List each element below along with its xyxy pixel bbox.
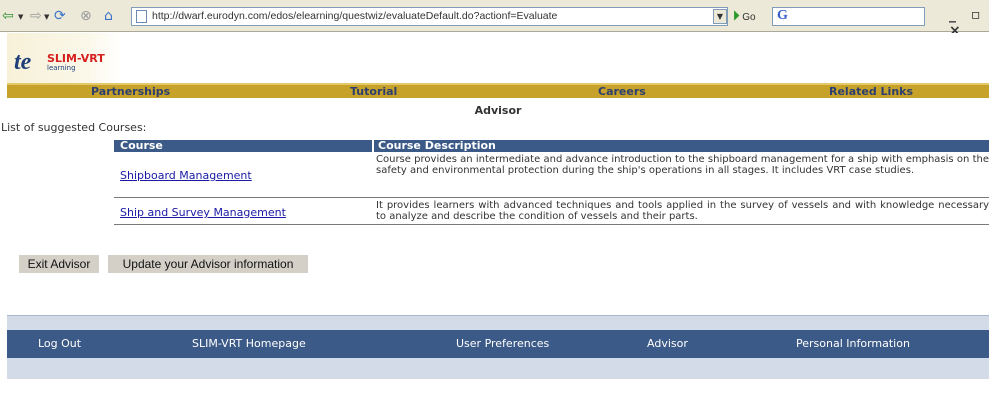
refresh-icon[interactable]: ⟳ [54, 8, 66, 24]
footer-homepage[interactable]: SLIM-VRT Homepage [192, 330, 306, 358]
browser-toolbar: ⇦ ▼ ⇨ ▼ ⟳ ⊗ ⌂ http://dwarf.eurodyn.com/e… [0, 0, 989, 39]
logo-subtitle: learning [47, 64, 76, 72]
go-icon: ⏵ [733, 8, 740, 23]
menu-partnerships[interactable]: Partnerships [91, 85, 170, 98]
update-advisor-button[interactable]: Update your Advisor information [108, 255, 308, 273]
go-button[interactable]: ⏵ Go [733, 8, 756, 26]
course-link-ship-and-survey-management[interactable]: Ship and Survey Management [120, 206, 286, 219]
google-search-box[interactable]: G [772, 7, 925, 26]
logo-mark-icon: te [14, 49, 32, 75]
table-header: Course Course Description [114, 140, 989, 152]
footer-top-band [7, 315, 989, 330]
address-dropdown-icon[interactable]: ▼ [713, 9, 727, 24]
header-course: Course [120, 139, 163, 152]
course-description: It provides learners with advanced techn… [376, 200, 989, 222]
address-url: http://dwarf.eurodyn.com/edos/elearning/… [152, 10, 558, 22]
footer-personal-information[interactable]: Personal Information [796, 330, 910, 358]
forward-arrow-icon[interactable]: ⇨ [30, 8, 42, 24]
table-row: Ship and Survey Management It provides l… [114, 199, 989, 225]
page-icon [136, 10, 147, 23]
stop-icon[interactable]: ⊗ [80, 8, 92, 24]
table-row: Shipboard Management Course provides an … [114, 153, 989, 198]
menu-tutorial[interactable]: Tutorial [350, 85, 397, 98]
exit-advisor-button[interactable]: Exit Advisor [19, 255, 99, 273]
course-description: Course provides an intermediate and adva… [376, 154, 989, 176]
footer-bottom-band [7, 358, 989, 379]
go-label: Go [742, 12, 756, 23]
back-arrow-icon[interactable]: ⇦ [2, 8, 14, 24]
list-label: List of suggested Courses: [1, 121, 147, 134]
google-logo-icon: G [777, 8, 788, 23]
menu-careers[interactable]: Careers [598, 85, 646, 98]
header-course-description: Course Description [372, 140, 989, 152]
logo-band: te SLIM-VRT learning [7, 33, 989, 83]
back-dropdown-icon[interactable]: ▼ [18, 13, 23, 21]
footer-user-preferences[interactable]: User Preferences [456, 330, 549, 358]
menu-related-links[interactable]: Related Links [829, 85, 913, 98]
address-bar[interactable]: http://dwarf.eurodyn.com/edos/elearning/… [131, 7, 728, 26]
main-menu: Partnerships Tutorial Careers Related Li… [7, 83, 989, 98]
course-link-shipboard-management[interactable]: Shipboard Management [120, 169, 252, 182]
home-icon[interactable]: ⌂ [104, 8, 113, 24]
forward-dropdown-icon[interactable]: ▼ [44, 13, 49, 21]
footer-nav: Log Out SLIM-VRT Homepage User Preferenc… [7, 330, 989, 358]
footer-log-out[interactable]: Log Out [38, 330, 81, 358]
page-title: Advisor [474, 104, 522, 117]
page-content: te SLIM-VRT learning Partnerships Tutori… [1, 33, 989, 393]
footer-advisor[interactable]: Advisor [647, 330, 688, 358]
